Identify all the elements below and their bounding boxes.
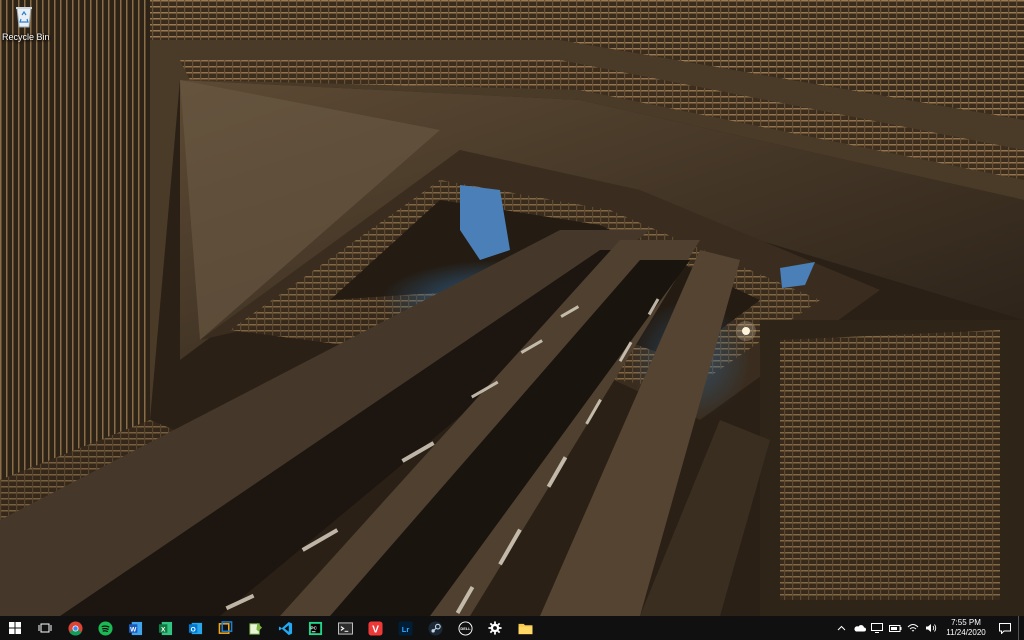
clock-date: 11/24/2020 [946,628,986,637]
action-center-button[interactable] [992,616,1018,640]
lightroom-icon: Lr [397,620,413,636]
folder-icon [518,623,532,634]
dell-icon: DELL [457,620,473,636]
taskbar-app-virtualbox[interactable] [210,616,240,640]
tray-battery[interactable] [886,616,904,640]
svg-text:V: V [372,624,379,635]
taskbar-app-dell[interactable]: DELL [450,616,480,640]
tray-volume[interactable] [922,616,940,640]
excel-icon: X [158,621,172,635]
monitor-icon [871,623,883,633]
wifi-icon [907,624,919,632]
start-button[interactable] [0,616,30,640]
recycle-bin-icon [11,3,37,29]
taskbar-app-lightroom[interactable]: Lr [390,616,420,640]
onedrive-cloud-icon [853,625,866,632]
taskbar-app-vivaldi[interactable]: V [360,616,390,640]
svg-text:X: X [160,626,165,633]
taskbar-app-vscode[interactable] [270,616,300,640]
svg-text:O: O [190,626,195,633]
tray-onedrive[interactable] [850,616,868,640]
svg-text:DELL: DELL [460,626,471,631]
battery-icon [888,624,901,632]
chrome-icon [67,620,83,636]
taskbar-app-file-explorer[interactable] [510,616,540,640]
steam-icon [427,620,443,636]
svg-text:Lr: Lr [401,624,409,633]
task-view-icon [38,623,52,633]
taskbar-app-settings[interactable] [480,616,510,640]
chevron-up-icon [837,625,845,631]
taskbar-app-spotify[interactable] [90,616,120,640]
show-hidden-icons-button[interactable] [832,616,850,640]
desktop-icon-label: Recycle Bin [2,32,50,42]
outlook-icon: O [188,622,202,634]
cube-app-icon [218,620,232,634]
taskbar-clock[interactable]: 7:55 PM 11/24/2020 [940,616,992,640]
pycharm-icon: PC [308,621,322,635]
taskbar-app-chrome[interactable] [60,616,90,640]
svg-text:PC: PC [310,625,317,630]
tray-display[interactable] [868,616,886,640]
task-view-button[interactable] [30,616,60,640]
taskbar-app-outlook[interactable]: O [180,616,210,640]
volume-icon [926,624,937,632]
taskbar-app-steam[interactable] [420,616,450,640]
vscode-icon [278,621,292,635]
gear-icon [488,621,502,635]
desktop-icon-recycle-bin[interactable]: Recycle Bin [2,3,50,47]
vivaldi-icon: V [367,620,383,636]
notepad-plus-icon [248,622,262,635]
windows-start-icon [9,622,21,634]
notification-icon [999,622,1011,634]
terminal-icon [337,621,353,635]
taskbar-app-terminal[interactable] [330,616,360,640]
taskbar-app-excel[interactable]: X [150,616,180,640]
clock-time: 7:55 PM [951,618,981,627]
taskbar: W X O PC V Lr DELL 7:55 PM 11/24/2020 [0,616,1024,640]
taskbar-app-pycharm[interactable]: PC [300,616,330,640]
word-icon: W [128,621,142,635]
tray-network[interactable] [904,616,922,640]
taskbar-app-word[interactable]: W [120,616,150,640]
taskbar-app-notepad-plus[interactable] [240,616,270,640]
desktop-wallpaper [0,0,1024,616]
spotify-icon [97,620,113,636]
show-desktop-button[interactable] [1018,616,1024,640]
svg-text:W: W [130,626,137,633]
system-tray: 7:55 PM 11/24/2020 [832,616,1024,640]
